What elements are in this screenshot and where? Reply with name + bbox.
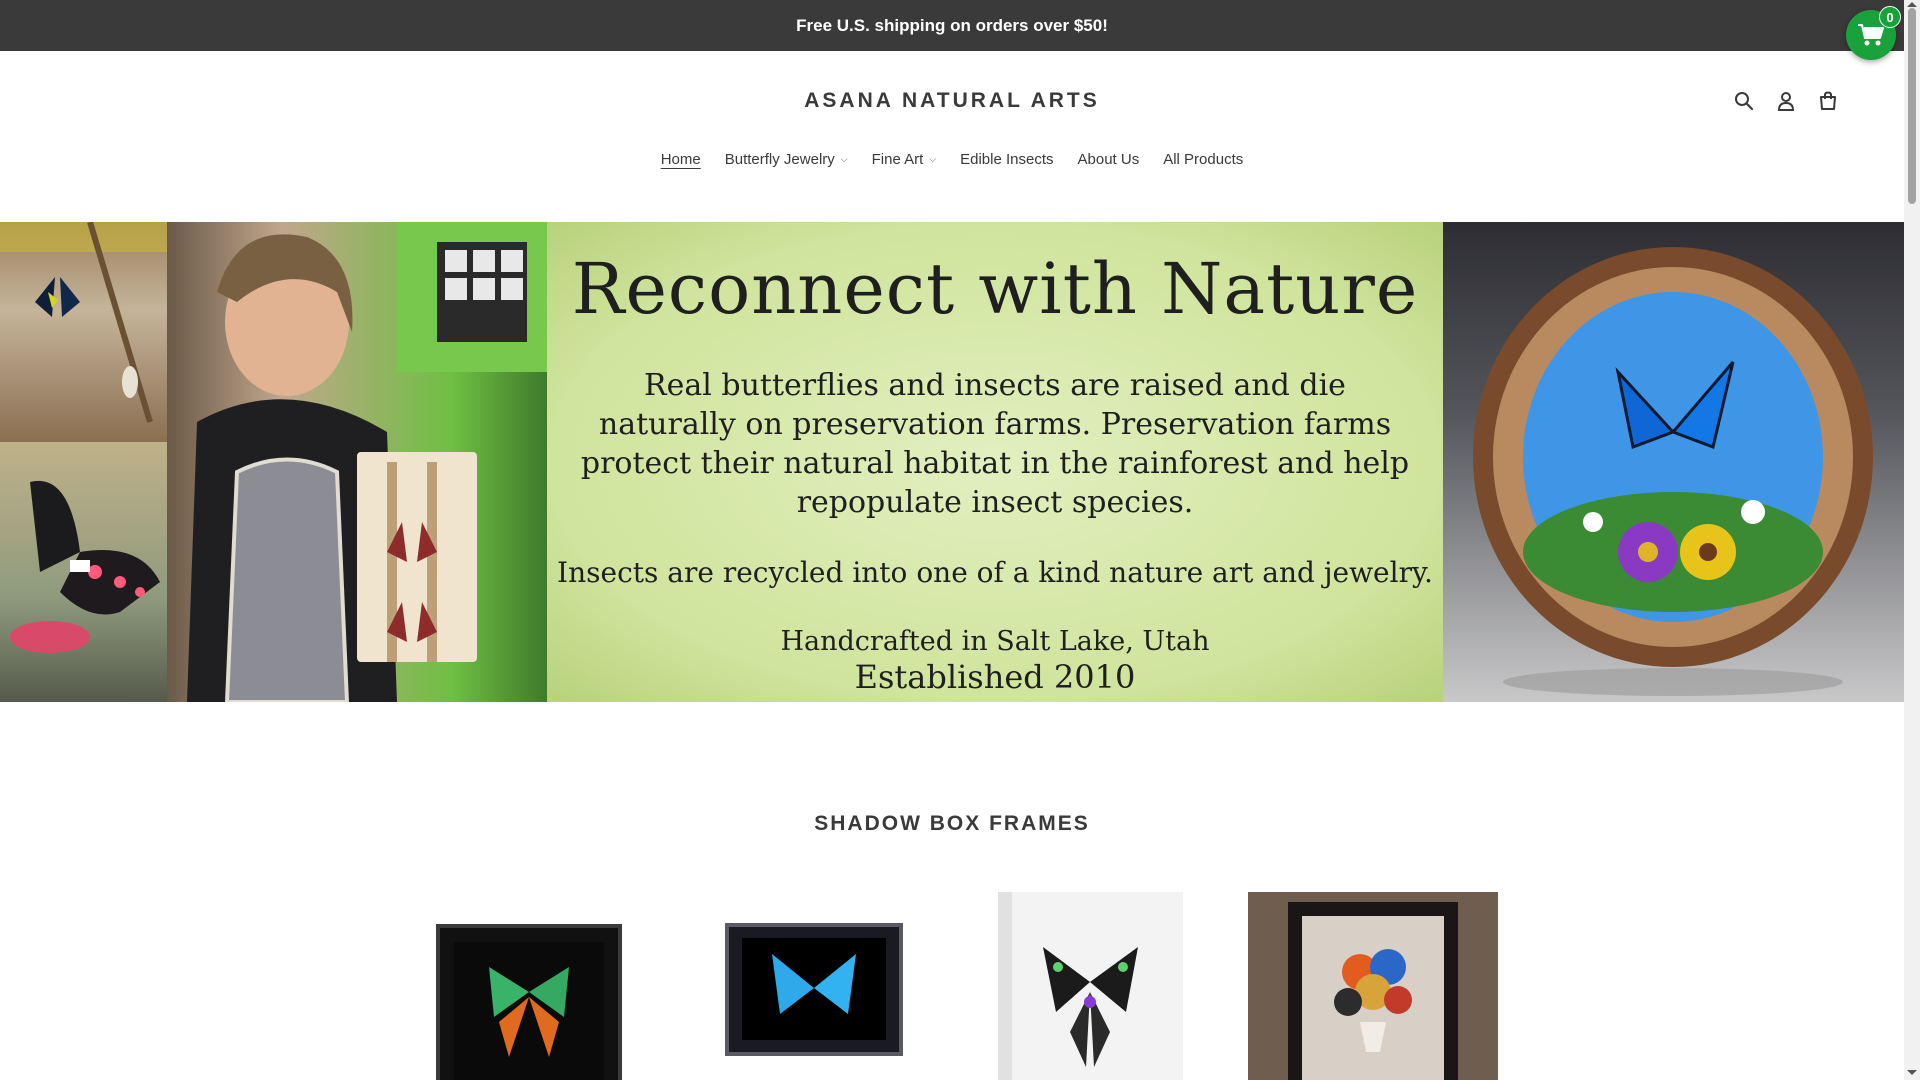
nav-butterfly-jewelry[interactable]: Butterfly Jewelry ⌵ bbox=[725, 151, 848, 168]
hero-banner[interactable]: Reconnect with Nature Real butterflies a… bbox=[0, 222, 1904, 702]
hero-photo-artisan bbox=[167, 222, 547, 702]
nav-label: All Products bbox=[1163, 151, 1244, 168]
chevron-down-icon: ⌵ bbox=[929, 154, 937, 164]
main-nav: Home Butterfly Jewelry ⌵ Fine Art ⌵ Edib… bbox=[0, 151, 1904, 168]
hero-body: Real butterflies and insects are raised … bbox=[580, 368, 1410, 520]
nav-label: About Us bbox=[1077, 151, 1140, 168]
account-icon[interactable] bbox=[1774, 89, 1798, 113]
product-card-swallowtail[interactable] bbox=[998, 892, 1183, 1080]
shopping-cart-icon bbox=[1858, 24, 1884, 46]
hero-photo-butterfly-emerging bbox=[0, 442, 167, 702]
search-icon[interactable] bbox=[1732, 89, 1756, 113]
hero-title: Reconnect with Nature bbox=[571, 248, 1419, 330]
hero-established-text: Established 2010 bbox=[854, 658, 1136, 696]
hero-photo-wood-slice-art bbox=[1443, 222, 1904, 702]
collection-title: SHADOW BOX FRAMES bbox=[814, 812, 1090, 835]
product-image bbox=[725, 923, 903, 1056]
scroll-up-arrow-icon[interactable] bbox=[1907, 2, 1917, 7]
page-scrollbar[interactable] bbox=[1904, 0, 1920, 1080]
nav-label: Home bbox=[660, 151, 701, 168]
nav-about-us[interactable]: About Us bbox=[1078, 151, 1140, 168]
nav-label: Butterfly Jewelry bbox=[724, 151, 835, 168]
hero-photo-butterfly-hanging bbox=[0, 222, 167, 442]
announcement-bar: Free U.S. shipping on orders over $50! bbox=[0, 0, 1904, 51]
nav-edible-insects[interactable]: Edible Insects bbox=[960, 151, 1053, 168]
hero-handcrafted-text: Handcrafted in Salt Lake, Utah bbox=[780, 626, 1210, 657]
nav-home[interactable]: Home bbox=[661, 151, 701, 168]
scroll-down-arrow-icon[interactable] bbox=[1907, 1070, 1917, 1075]
nav-label: Edible Insects bbox=[960, 151, 1054, 168]
site-header: ASANA NATURAL ARTS Home Butterfly Jewelr… bbox=[0, 51, 1904, 221]
cart-count-badge: 0 bbox=[1879, 6, 1901, 28]
nav-fine-art[interactable]: Fine Art ⌵ bbox=[872, 151, 937, 168]
chevron-down-icon: ⌵ bbox=[840, 154, 848, 164]
cart-icon[interactable] bbox=[1816, 89, 1840, 113]
scroll-thumb[interactable] bbox=[1908, 8, 1916, 204]
announcement-text: Free U.S. shipping on orders over $50! bbox=[796, 15, 1108, 35]
product-card-butterfly-balloon[interactable] bbox=[1248, 892, 1498, 1080]
header-icons bbox=[1732, 89, 1840, 113]
product-image bbox=[1248, 892, 1498, 1080]
product-card-blue-morpho[interactable] bbox=[724, 922, 904, 1057]
product-image bbox=[436, 924, 622, 1080]
hero-copy: Reconnect with Nature Real butterflies a… bbox=[547, 222, 1443, 702]
nav-label: Fine Art bbox=[871, 151, 924, 168]
product-image bbox=[998, 892, 1183, 1080]
hero-recycle-text: Insects are recycled into one of a kind … bbox=[557, 556, 1433, 589]
nav-all-products[interactable]: All Products bbox=[1163, 151, 1243, 168]
product-card-sunset-moth[interactable] bbox=[434, 922, 624, 1080]
store-logo[interactable]: ASANA NATURAL ARTS bbox=[0, 89, 1904, 113]
